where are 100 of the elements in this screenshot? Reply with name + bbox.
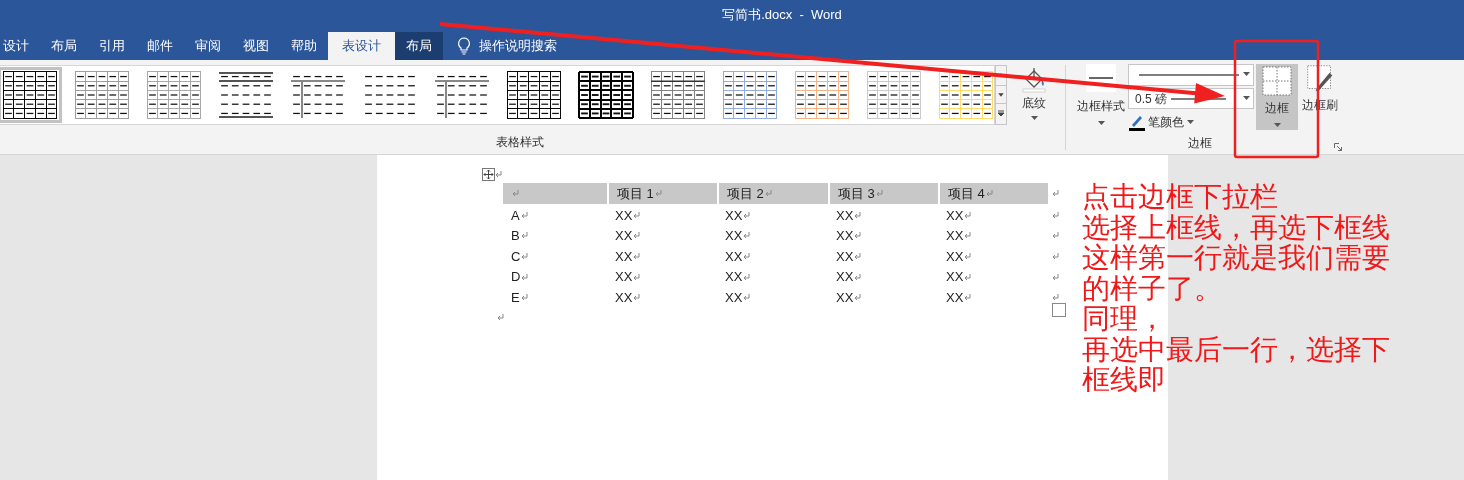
cell-text: XX <box>615 268 633 287</box>
paragraph-mark-icon <box>743 211 751 219</box>
cell-text: XX <box>836 206 854 225</box>
cell-text: XX <box>836 227 854 246</box>
paragraph-mark-icon <box>854 232 862 240</box>
paragraph-mark-icon <box>497 313 504 321</box>
ribbon-tab[interactable]: 视图 <box>232 32 280 60</box>
paragraph-mark-icon <box>964 273 972 281</box>
cell-text: XX <box>725 247 743 266</box>
cell-text: 项目 1 <box>617 184 654 203</box>
paragraph-mark-icon <box>512 190 519 197</box>
table-resize-handle[interactable] <box>1052 302 1066 317</box>
paragraph-mark-icon <box>495 171 502 178</box>
cell-text: XX <box>615 206 633 225</box>
paragraph-mark-icon <box>985 190 993 197</box>
cell-text: XX <box>725 227 743 246</box>
cell-text: 项目 4 <box>948 184 985 203</box>
ribbon-tab[interactable]: 布局 <box>395 32 443 60</box>
paragraph-mark-icon <box>964 294 972 302</box>
pen-color-button[interactable]: 笔颜色 <box>1128 112 1194 132</box>
borders-button[interactable]: 边框 <box>1256 64 1298 130</box>
tell-me-button[interactable]: 操作说明搜索 <box>457 32 557 60</box>
ribbon-tab[interactable]: 审阅 <box>184 32 232 60</box>
dropdown-arrow-icon <box>1242 72 1251 78</box>
paragraph-mark-icon <box>743 232 751 240</box>
caret-icon <box>1097 121 1105 125</box>
cell-text: XX <box>725 268 743 287</box>
window-title: 写简书.docx - Word <box>722 6 842 25</box>
annotation-text: 再选中最后一行，选择下 <box>1082 334 1390 365</box>
caret-icon <box>1030 116 1038 120</box>
annotation-text: 框线即 <box>1082 365 1167 396</box>
annotation-text: 选择上框线，再选下框线 <box>1082 212 1390 243</box>
border-styles-button[interactable]: 边框样式 <box>1074 64 1128 128</box>
table-style-thumbnail[interactable] <box>0 67 62 123</box>
border-grid-icon <box>1262 66 1292 96</box>
paragraph-mark-icon <box>633 273 641 281</box>
caret-icon <box>1273 123 1281 127</box>
dropdown-arrow-icon <box>1242 96 1251 101</box>
paragraph-mark-icon <box>854 253 862 260</box>
cell-text: XX <box>946 268 964 287</box>
cell-text: XX <box>946 206 964 225</box>
paragraph-mark-icon <box>743 253 751 260</box>
solid-line-icon <box>1139 71 1239 78</box>
caret-icon <box>1187 120 1194 125</box>
cell-text: A <box>511 206 520 225</box>
paragraph-mark-icon <box>521 253 529 260</box>
cell-text: E <box>511 288 520 307</box>
cell-text: XX <box>615 227 633 246</box>
paragraph-mark-icon <box>633 253 641 260</box>
group-label: 边框 <box>1188 135 1212 152</box>
ribbon-tab[interactable]: 设计 <box>0 32 40 60</box>
annotation-text: 这样第一行就是我们需要 <box>1082 243 1390 274</box>
cell-text: 项目 2 <box>727 184 764 203</box>
paragraph-mark-icon <box>654 190 662 197</box>
paragraph-mark-icon <box>964 211 972 219</box>
paragraph-mark-icon <box>854 294 862 302</box>
paragraph-mark-icon <box>854 211 862 219</box>
cell-text: XX <box>836 247 854 266</box>
paragraph-mark-icon <box>1052 211 1059 219</box>
cell-text: XX <box>725 288 743 307</box>
paragraph-mark-icon <box>743 294 751 302</box>
cell-text: XX <box>946 247 964 266</box>
ribbon-tab[interactable]: 邮件 <box>136 32 184 60</box>
ribbon-tab[interactable]: 表设计 <box>328 32 395 60</box>
cell-text: XX <box>836 268 854 287</box>
scroll-down-icon[interactable] <box>996 85 1006 104</box>
paragraph-mark-icon <box>1052 253 1059 260</box>
cell-text: D <box>511 268 521 287</box>
paragraph-mark-icon <box>633 294 641 302</box>
paint-bucket-icon <box>1020 65 1048 93</box>
paragraph-mark-icon <box>521 273 529 281</box>
annotation-text: 同理， <box>1082 304 1167 335</box>
paragraph-mark-icon <box>854 273 862 281</box>
dialog-launcher-icon[interactable] <box>1334 143 1342 151</box>
cell-text: XX <box>836 288 854 307</box>
annotation-text: 的样子了。 <box>1082 273 1223 304</box>
paragraph-mark-icon <box>520 294 528 302</box>
paragraph-mark-icon <box>964 253 972 260</box>
cell-text: XX <box>725 206 743 225</box>
cell-text: 项目 3 <box>838 184 875 203</box>
cell-text: XX <box>615 288 633 307</box>
lightbulb-icon <box>457 37 471 55</box>
ribbon-tab[interactable]: 引用 <box>88 32 136 60</box>
paragraph-mark-icon <box>1052 232 1059 240</box>
ribbon-tab[interactable]: 布局 <box>40 32 88 60</box>
paragraph-mark-icon <box>764 190 772 197</box>
paragraph-mark-icon <box>743 273 751 281</box>
shading-button[interactable]: 底纹 <box>1017 65 1051 129</box>
ribbon-tab[interactable]: 帮助 <box>280 32 328 60</box>
group-label: 表格样式 <box>496 134 544 151</box>
paragraph-mark-icon <box>1052 273 1059 281</box>
paragraph-mark-icon <box>964 232 972 240</box>
paragraph-mark-icon <box>875 190 883 197</box>
paragraph-mark-icon <box>1052 190 1059 197</box>
paragraph-mark-icon <box>520 232 528 240</box>
cell-text: B <box>511 227 520 246</box>
table-move-handle-icon[interactable] <box>482 168 495 181</box>
pen-icon <box>1128 113 1146 132</box>
paragraph-mark-icon <box>633 211 641 219</box>
line-style-dropdown[interactable] <box>1128 64 1254 86</box>
